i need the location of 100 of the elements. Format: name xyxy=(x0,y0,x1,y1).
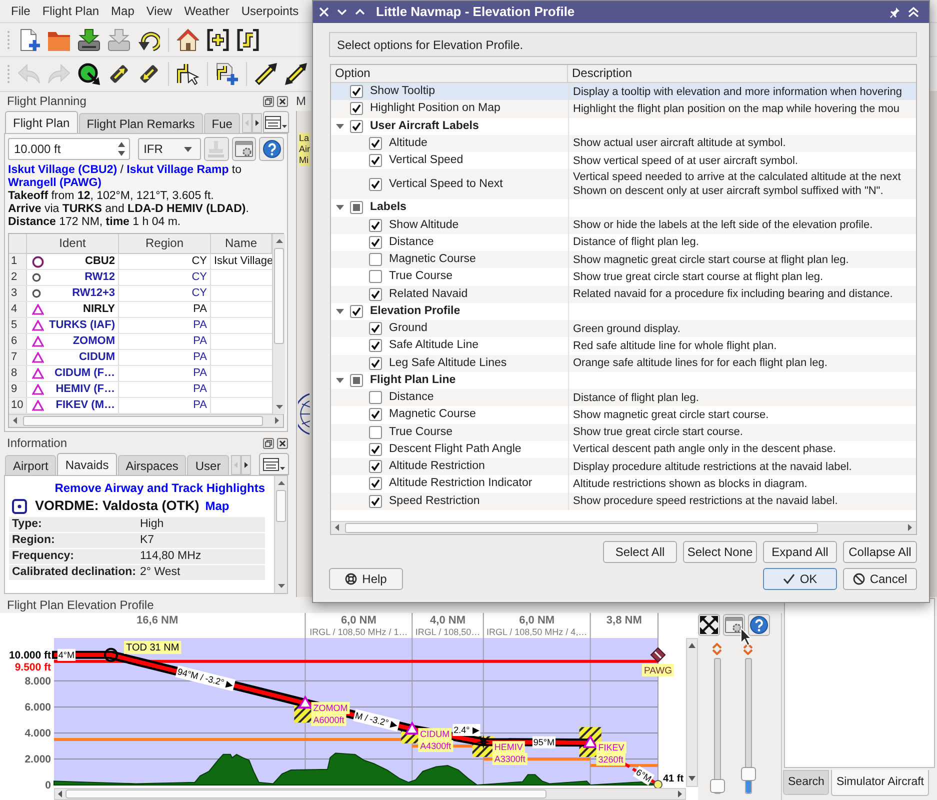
horizontal-scrollbar[interactable] xyxy=(9,414,283,427)
expand-all-button[interactable]: Expand All xyxy=(763,541,837,563)
cancel-button[interactable]: Cancel xyxy=(843,568,917,590)
scroll-up-icon[interactable] xyxy=(276,239,283,243)
tree-row[interactable]: True Course Show true great circle start course. xyxy=(331,424,916,441)
checkbox[interactable] xyxy=(369,322,382,336)
menu-item[interactable]: Userpoints xyxy=(235,0,305,22)
expand-arrow-icon[interactable] xyxy=(336,308,344,314)
double-arrow-icon[interactable] xyxy=(285,63,307,85)
scrollbar-thumb[interactable] xyxy=(276,490,286,522)
scroll-right-icon[interactable] xyxy=(275,417,279,424)
menu-item[interactable]: View xyxy=(140,0,178,22)
save-drive-icon[interactable] xyxy=(78,28,100,50)
route-link[interactable]: Iskut Village Ramp xyxy=(126,164,229,176)
map-link[interactable]: Map xyxy=(205,497,230,515)
scroll-up-icon[interactable] xyxy=(278,481,285,485)
bracket-route-icon[interactable] xyxy=(237,28,259,50)
tree-row[interactable]: Highlight Position on Map Highlight the flight plan position on the map while hovering the mou xyxy=(331,100,916,118)
double-caret-icon[interactable] xyxy=(743,643,753,655)
checkbox[interactable] xyxy=(369,339,382,352)
checkbox[interactable] xyxy=(369,356,382,370)
slider-thumb[interactable] xyxy=(710,779,724,793)
slider-thumb[interactable] xyxy=(740,767,756,781)
bracket-plus-icon[interactable] xyxy=(207,28,229,50)
route-link[interactable]: Iskut Village (CBU2) xyxy=(8,164,118,176)
tab-menu-button[interactable] xyxy=(259,453,289,475)
tab[interactable]: Flight Plan Remarks xyxy=(78,113,203,133)
flight-rules-dropdown[interactable]: IFR xyxy=(138,138,201,160)
double-caret-icon[interactable] xyxy=(712,643,722,655)
fit-button[interactable] xyxy=(698,614,720,636)
checkbox[interactable] xyxy=(369,391,382,404)
expand-arrow-icon[interactable] xyxy=(336,205,344,210)
checkbox[interactable] xyxy=(369,218,382,232)
pin-icon[interactable] xyxy=(890,6,900,18)
scroll-right-icon[interactable] xyxy=(908,524,912,531)
checkbox[interactable] xyxy=(369,426,382,439)
tree-row[interactable]: Leg Safe Altitude Lines Orange safe altitude lines for for each flight plan leg. xyxy=(331,354,916,372)
vertical-scrollbar[interactable] xyxy=(686,638,698,787)
checkbox[interactable] xyxy=(369,288,382,301)
tree-row[interactable]: Vertical Speed Show vertical speed of at user aircraft symbol. xyxy=(331,152,916,170)
toolbar-grip-icon[interactable] xyxy=(7,64,10,84)
column-header[interactable]: Description xyxy=(568,65,916,82)
tab[interactable]: Simulator Aircraft xyxy=(831,770,929,796)
route-arrow-icon[interactable] xyxy=(255,63,277,85)
vertical-scrollbar[interactable] xyxy=(272,234,285,414)
toolbar-grip-icon[interactable] xyxy=(7,30,10,50)
expand-arrow-icon[interactable] xyxy=(336,124,344,129)
scroll-down-icon[interactable] xyxy=(688,776,696,781)
menu-item[interactable]: Map xyxy=(105,0,140,22)
tree-row[interactable]: Speed Restriction Show procedure speed restrictions at the navaid label. xyxy=(331,492,916,510)
tab[interactable]: Airspaces xyxy=(118,455,186,475)
scroll-up-icon[interactable] xyxy=(688,643,696,648)
checkbox[interactable] xyxy=(350,85,363,98)
vertical-scrollbar[interactable] xyxy=(274,476,287,593)
scroll-down-icon[interactable] xyxy=(278,584,285,588)
horizontal-scrollbar[interactable] xyxy=(54,788,686,800)
menu-item[interactable]: Flight Plan xyxy=(36,0,106,22)
scroll-left-icon[interactable] xyxy=(335,524,339,531)
tree-row[interactable]: Ground Green ground display. xyxy=(331,320,916,338)
menu-item[interactable]: File xyxy=(5,0,36,22)
remove-highlights-link[interactable]: Remove Airway and Track Highlights xyxy=(54,479,265,495)
altitude-spinbox[interactable]: 10.000 ft xyxy=(8,138,130,160)
tree-row[interactable]: Distance Distance of flight plan leg. xyxy=(331,389,916,406)
scrollbar-thumb[interactable] xyxy=(23,416,263,426)
checkbox[interactable] xyxy=(369,460,382,474)
select-all-button[interactable]: Select All xyxy=(603,541,677,563)
column-header[interactable]: Region xyxy=(119,234,211,253)
horizontal-scrollbar[interactable] xyxy=(331,521,916,534)
tree-row[interactable]: Show Tooltip Display a tooltip with elevation and more information when hovering xyxy=(331,83,916,100)
checkbox[interactable] xyxy=(369,236,382,249)
ok-button[interactable]: OK xyxy=(763,568,837,590)
close-icon[interactable] xyxy=(277,438,288,449)
scrollbar-thumb[interactable] xyxy=(66,790,546,798)
scroll-left-icon[interactable] xyxy=(58,790,62,798)
select-none-button[interactable]: Select None xyxy=(683,541,757,563)
checkbox[interactable] xyxy=(350,201,363,214)
column-header[interactable]: Ident xyxy=(27,234,119,253)
checkbox[interactable] xyxy=(369,494,382,508)
route-add-icon[interactable] xyxy=(216,63,238,85)
checkbox[interactable] xyxy=(350,102,363,116)
route-cursor-icon[interactable] xyxy=(177,63,199,85)
drive-icon[interactable] xyxy=(108,28,130,50)
help-button[interactable]: Help xyxy=(329,568,403,590)
checkbox[interactable] xyxy=(369,136,382,150)
scroll-right-icon[interactable] xyxy=(678,790,682,798)
tree-row[interactable]: Altitude Restriction Display procedure altitude restrictions at the navaid label. xyxy=(331,458,916,476)
scrollbar-thumb[interactable] xyxy=(345,523,818,533)
settings-button[interactable] xyxy=(723,614,745,636)
checkbox[interactable] xyxy=(369,154,382,168)
scroll-left-icon[interactable] xyxy=(13,417,17,424)
help-button[interactable] xyxy=(259,137,284,161)
float-icon[interactable] xyxy=(263,96,274,107)
double-chevron-icon[interactable] xyxy=(908,7,919,17)
float-icon[interactable] xyxy=(263,438,274,449)
tab[interactable]: Airport xyxy=(5,455,56,475)
checkbox[interactable] xyxy=(369,253,382,266)
expand-arrow-icon[interactable] xyxy=(336,378,344,383)
checkbox[interactable] xyxy=(350,304,363,318)
checkbox[interactable] xyxy=(369,178,382,191)
tree-row[interactable]: Show Altitude Show or hide the labels at the left side of the elevation profile. xyxy=(331,216,916,234)
